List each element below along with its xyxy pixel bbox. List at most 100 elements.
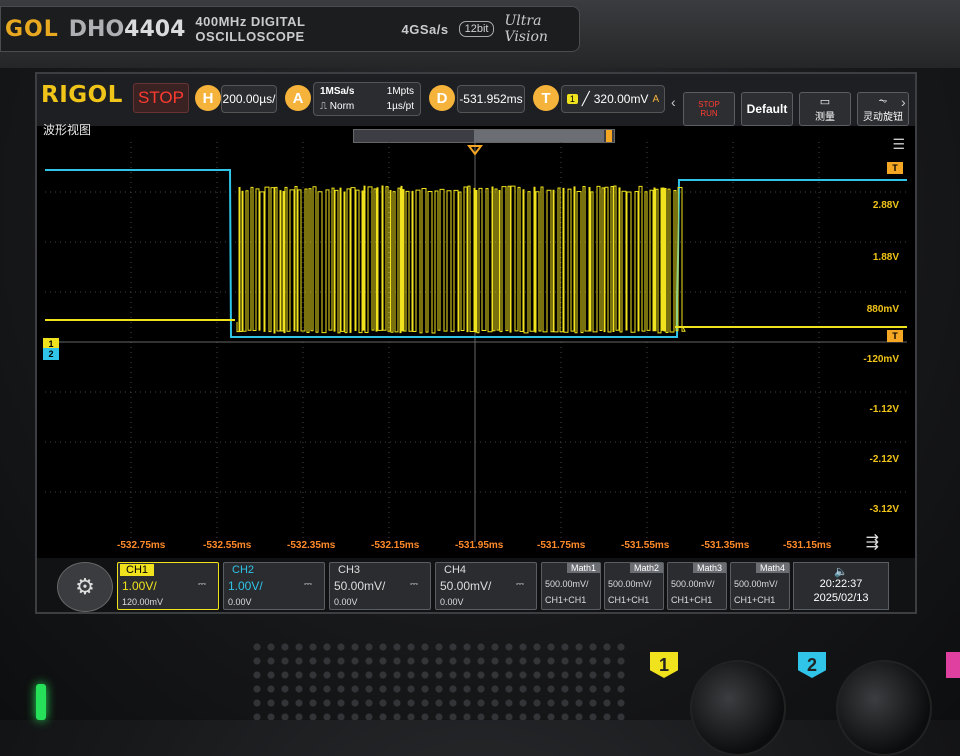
waveform-icon: ⏦ bbox=[878, 95, 888, 107]
ch4-box[interactable]: CH4 50.00mV/ ⎓ 0.00V bbox=[435, 562, 537, 610]
ch3-offset: 0.00V bbox=[334, 597, 358, 607]
time-label-8: -531.35ms bbox=[701, 540, 750, 551]
rigol-logo: RIGOL bbox=[41, 82, 123, 108]
acquire-field[interactable]: 1MSa/s 1Mpts ⎍ Norm 1µs/pt bbox=[313, 82, 421, 116]
trigger-icon[interactable]: T bbox=[533, 85, 559, 111]
waveform-grid bbox=[45, 142, 907, 542]
channel-bar: ⚙ CH1 1.00V/ ⎓ 120.00mV CH2 1.00V/ ⎓ 0.0… bbox=[37, 558, 915, 612]
math4-tag: Math4 bbox=[755, 563, 789, 573]
overview-marker bbox=[606, 130, 612, 142]
delay-field[interactable]: -531.952ms bbox=[457, 85, 525, 113]
ch1-box[interactable]: CH1 1.00V/ ⎓ 120.00mV bbox=[117, 562, 219, 610]
clock-panel[interactable]: 🔈 20:22:37 2025/02/13 bbox=[793, 562, 889, 610]
rising-edge-icon: ╱ bbox=[581, 91, 590, 106]
volt-label-5: -1.12V bbox=[869, 404, 899, 415]
ch1-tag: CH1 bbox=[120, 564, 155, 576]
rotary-label: 灵动旋钮 bbox=[863, 112, 903, 123]
time-label-1: -532.75ms bbox=[117, 540, 166, 551]
run-state-indicator[interactable]: STOP bbox=[133, 83, 189, 113]
chevron-right-icon[interactable]: › bbox=[901, 94, 906, 110]
ch2-offset-marker[interactable]: 2 bbox=[43, 348, 59, 360]
time-label-9: -531.15ms bbox=[783, 540, 832, 551]
gear-icon[interactable]: ⚙ bbox=[57, 562, 113, 612]
oscilloscope-screen: RIGOL STOP H 200.00µs/ A 1MSa/s 1Mpts ⎍ … bbox=[35, 72, 917, 614]
overview-window[interactable] bbox=[474, 130, 604, 142]
math1-tag: Math1 bbox=[566, 563, 600, 573]
time-label-5: -531.95ms bbox=[455, 540, 504, 551]
math3-expr: CH1+CH1 bbox=[671, 595, 713, 605]
trigger-mode: A bbox=[652, 93, 660, 105]
ch4-coupling-icon: ⎓ bbox=[516, 579, 524, 590]
stop-run-bottom: RUN bbox=[700, 109, 718, 118]
default-button[interactable]: Default bbox=[741, 92, 793, 126]
ch2-tag: CH2 bbox=[232, 564, 255, 576]
timebase-field[interactable]: 200.00µs/ bbox=[221, 85, 277, 113]
stop-run-button[interactable]: STOP RUN bbox=[683, 92, 735, 126]
volt-label-2: 1.88V bbox=[872, 252, 899, 263]
volt-label-4: -120mV bbox=[863, 354, 899, 365]
ch1-waveform-burst bbox=[236, 185, 686, 334]
math4-scale: 500.00mV/ bbox=[734, 579, 778, 589]
math3-box[interactable]: Math3 500.00mV/ CH1+CH1 bbox=[667, 562, 727, 610]
measure-label: 测量 bbox=[815, 112, 835, 123]
math1-box[interactable]: Math1 500.00mV/ CH1+CH1 bbox=[541, 562, 601, 610]
waveform-overview[interactable] bbox=[353, 129, 615, 143]
bits-badge: 12bit bbox=[458, 21, 495, 37]
pulse-icon: ⎍ bbox=[320, 101, 330, 112]
ch4-offset: 0.00V bbox=[440, 597, 464, 607]
trigger-top-marker[interactable]: T bbox=[887, 162, 903, 174]
ch2-scale: 1.00V/ bbox=[228, 579, 263, 593]
ch2-box[interactable]: CH2 1.00V/ ⎓ 0.00V bbox=[223, 562, 325, 610]
measure-button[interactable]: ▭ 测量 bbox=[799, 92, 851, 126]
horizontal-icon[interactable]: H bbox=[195, 85, 221, 111]
volt-label-3: 880mV bbox=[866, 304, 899, 315]
math1-expr: CH1+CH1 bbox=[545, 595, 587, 605]
time-label-3: -532.35ms bbox=[287, 540, 336, 551]
knob2-label: 2 bbox=[798, 652, 826, 678]
math2-scale: 500.00mV/ bbox=[608, 579, 652, 589]
ch1-knob[interactable] bbox=[690, 660, 786, 756]
volt-label-6: -2.12V bbox=[869, 454, 899, 465]
top-toolbar: RIGOL STOP H 200.00µs/ A 1MSa/s 1Mpts ⎍ … bbox=[37, 74, 915, 126]
speaker-icon: 🔈 bbox=[834, 566, 848, 578]
ch3-scale: 50.00mV/ bbox=[334, 579, 386, 593]
time-label-4: -532.15ms bbox=[371, 540, 420, 551]
ch1-coupling-icon: ⎓ bbox=[198, 579, 206, 590]
math4-box[interactable]: Math4 500.00mV/ CH1+CH1 bbox=[730, 562, 790, 610]
ch3-box[interactable]: CH3 50.00mV/ ⎓ 0.00V bbox=[329, 562, 431, 610]
speaker-grille bbox=[250, 640, 630, 720]
ruler-icon: ▭ bbox=[819, 96, 831, 108]
ch2-coupling-icon: ⎓ bbox=[304, 579, 312, 590]
trigger-level-marker[interactable]: T bbox=[887, 330, 903, 342]
ch1-scale: 1.00V/ bbox=[122, 579, 157, 593]
brand-plate: GOL DHO4404 400MHz DIGITAL OSCILLOSCOPE … bbox=[0, 6, 580, 52]
chevron-left-icon[interactable]: ‹ bbox=[671, 94, 676, 110]
time-label-6: -531.75ms bbox=[537, 540, 586, 551]
delay-icon[interactable]: D bbox=[429, 85, 455, 111]
acq-rate: 1MSa/s bbox=[320, 86, 355, 97]
ch4-scale: 50.00mV/ bbox=[440, 579, 492, 593]
acquire-icon[interactable]: A bbox=[285, 85, 311, 111]
math3-scale: 500.00mV/ bbox=[671, 579, 715, 589]
acq-points: 1Mpts bbox=[386, 86, 414, 97]
math2-box[interactable]: Math2 500.00mV/ CH1+CH1 bbox=[604, 562, 664, 610]
ch1-burst-trace bbox=[236, 185, 686, 334]
ch2-knob[interactable] bbox=[836, 660, 932, 756]
trigger-field[interactable]: 1 ╱ 320.00mV A bbox=[561, 85, 665, 113]
knob1-label: 1 bbox=[650, 652, 678, 678]
clock-time: 20:22:37 bbox=[819, 578, 863, 590]
acq-mode-text: Norm bbox=[329, 101, 355, 112]
collapse-icon[interactable]: ⇶ bbox=[866, 532, 879, 552]
math2-expr: CH1+CH1 bbox=[608, 595, 650, 605]
ultravision-logo: Ultra Vision bbox=[504, 13, 548, 45]
math4-expr: CH1+CH1 bbox=[734, 595, 776, 605]
view-title: 波形视图 bbox=[43, 123, 92, 137]
math1-scale: 500.00mV/ bbox=[545, 579, 589, 589]
ch3-tag: CH3 bbox=[338, 564, 361, 576]
trigger-level: 320.00mV bbox=[593, 92, 649, 106]
time-label-7: -531.55ms bbox=[621, 540, 670, 551]
ch3-coupling-icon: ⎓ bbox=[410, 579, 418, 590]
ch2-offset: 0.00V bbox=[228, 597, 252, 607]
power-led bbox=[36, 684, 46, 720]
stop-run-top: STOP bbox=[698, 100, 720, 109]
